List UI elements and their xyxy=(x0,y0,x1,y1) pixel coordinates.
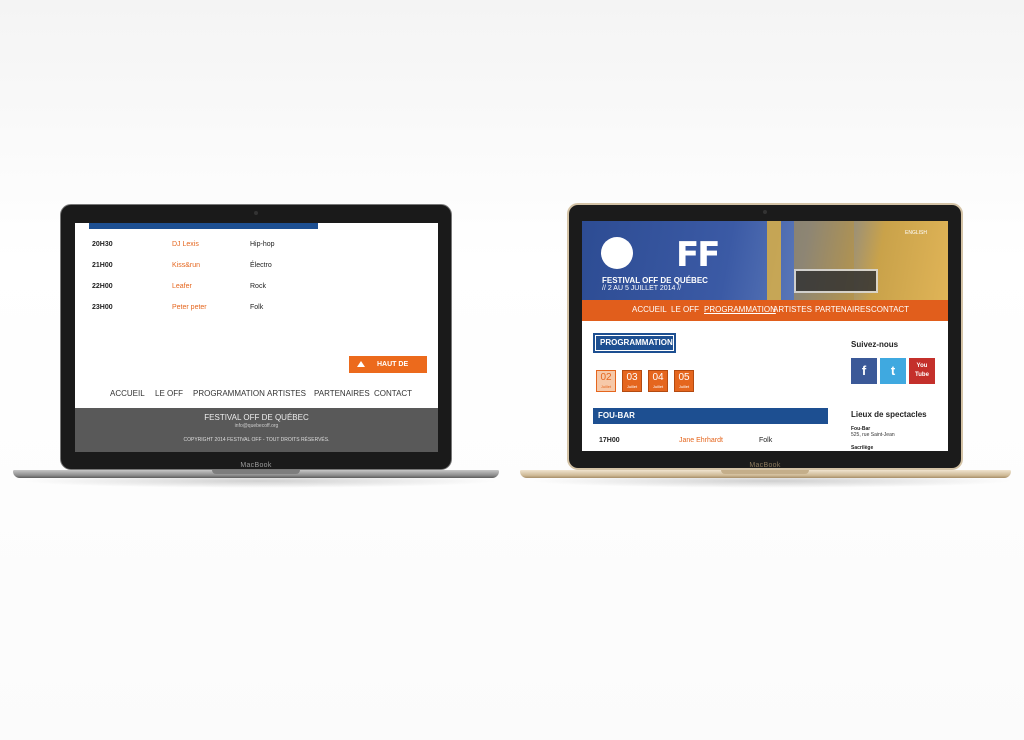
laptop-brand-label: MacBook xyxy=(749,462,781,469)
laptop-brand-label: MacBook xyxy=(240,462,272,469)
nav-link-artistes[interactable]: ARTISTES xyxy=(267,389,306,398)
laptop-notch xyxy=(721,470,809,474)
day-month: Juillet xyxy=(626,384,638,389)
logo-circle xyxy=(601,237,633,269)
venue-name[interactable]: Sacrilège xyxy=(851,445,873,451)
day-selector-03[interactable]: 03 Juillet xyxy=(622,370,642,392)
schedule-time: 23H00 xyxy=(92,304,113,311)
footer-copyright: COPYRIGHT 2014 FESTIVAL OFF - TOUT DROIT… xyxy=(183,437,330,443)
hero-title: FESTIVAL OFF DE QUÉBEC xyxy=(602,276,708,285)
day-selector-02[interactable]: 02 Juillet xyxy=(596,370,616,392)
nav-link-partenaires[interactable]: PARTENAIRES xyxy=(314,389,370,398)
schedule-row: 23H00 Peter peter Folk xyxy=(92,302,432,314)
day-selector-04[interactable]: 04 Juillet xyxy=(648,370,668,392)
schedule-row: 21H00 Kiss&run Électro xyxy=(92,260,432,272)
follow-title: Suivez-nous xyxy=(851,340,899,349)
logo-text: FF xyxy=(676,235,720,275)
site-footer: FESTIVAL OFF DE QUÉBEC info@quebecoff.or… xyxy=(75,408,438,452)
hero-dates: // 2 AU 5 JUILLET 2014 // xyxy=(602,285,682,292)
footer-email-link[interactable]: info@quebecoff.org xyxy=(75,423,438,429)
schedule-time: 22H00 xyxy=(92,283,113,290)
schedule-genre: Électro xyxy=(250,262,272,269)
nav-link-programmation[interactable]: PROGRAMMATION xyxy=(704,305,776,314)
nav-link-accueil[interactable]: ACCUEIL xyxy=(110,389,145,398)
back-to-top-label: HAUT DE PAGE xyxy=(377,361,409,385)
schedule-row: 22H00 Leafer Rock xyxy=(92,281,432,293)
venues-title: Lieux de spectacles xyxy=(851,410,927,419)
hero-photo-detail xyxy=(767,221,781,300)
schedule-artist-link[interactable]: DJ Lexis xyxy=(172,239,199,251)
left-screen: 20H30 DJ Lexis Hip-hop 21H00 Kiss&run Él… xyxy=(75,223,438,452)
nav-link-accueil[interactable]: ACCUEIL xyxy=(632,305,667,314)
schedule-time: 17H00 xyxy=(599,437,620,444)
camera-dot xyxy=(763,210,767,214)
nav-link-contact[interactable]: CONTACT xyxy=(871,305,909,314)
schedule-genre: Folk xyxy=(250,304,264,311)
camera-dot xyxy=(254,211,258,215)
day-month: Juillet xyxy=(652,384,664,389)
day-number: 03 xyxy=(626,372,638,383)
schedule-genre: Folk xyxy=(759,437,773,444)
day-selector-05[interactable]: 05 Juillet xyxy=(674,370,694,392)
footer-nav: ACCUEIL LE OFF PROGRAMMATION ARTISTES PA… xyxy=(75,389,438,403)
day-month: Juillet xyxy=(600,384,612,389)
venue-title: FOU-BAR xyxy=(593,408,828,424)
day-number: 02 xyxy=(600,372,612,383)
schedule-row: 20H30 DJ Lexis Hip-hop xyxy=(92,239,432,251)
youtube-icon[interactable]: You Tube xyxy=(909,358,935,384)
facebook-icon[interactable]: f xyxy=(851,358,877,384)
schedule-artist-link[interactable]: Peter peter xyxy=(172,302,207,314)
schedule-artist-link[interactable]: Leafer xyxy=(172,281,192,293)
schedule-time: 21H00 xyxy=(92,262,113,269)
day-number: 04 xyxy=(652,372,664,383)
day-month: Juillet xyxy=(678,384,690,389)
venue-address: 525, rue Saint-Jean xyxy=(851,432,895,438)
schedule-artist-link[interactable]: Jane Ehrhardt xyxy=(679,435,723,447)
schedule-genre: Rock xyxy=(250,283,266,290)
schedule-artist-link[interactable]: Kiss&run xyxy=(172,260,200,272)
footer-title: FESTIVAL OFF DE QUÉBEC xyxy=(204,413,309,422)
back-to-top-button[interactable]: HAUT DE PAGE xyxy=(349,356,427,385)
section-header-stub xyxy=(89,223,318,229)
arrow-up-icon xyxy=(357,361,365,367)
nav-link-le-off[interactable]: LE OFF xyxy=(671,305,699,314)
laptop-notch xyxy=(212,470,300,474)
schedule-row: 17H00 Jane Ehrhardt Folk xyxy=(599,435,829,447)
right-screen: FF FESTIVAL OFF DE QUÉBEC // 2 AU 5 JUIL… xyxy=(582,221,948,451)
hero-banner: FF FESTIVAL OFF DE QUÉBEC // 2 AU 5 JUIL… xyxy=(582,221,948,300)
language-link[interactable]: ENGLISH xyxy=(905,230,927,236)
nav-link-programmation[interactable]: PROGRAMMATION xyxy=(193,389,265,398)
nav-link-le-off[interactable]: LE OFF xyxy=(155,389,183,398)
hero-equipment-image xyxy=(794,269,878,293)
nav-link-artistes[interactable]: ARTISTES xyxy=(773,305,812,314)
section-title: PROGRAMMATION xyxy=(593,333,676,353)
nav-link-partenaires[interactable]: PARTENAIRES xyxy=(815,305,871,314)
day-number: 05 xyxy=(678,372,690,383)
schedule-genre: Hip-hop xyxy=(250,241,275,248)
main-nav: ACCUEIL LE OFF PROGRAMMATION ARTISTES PA… xyxy=(582,300,948,321)
schedule-time: 20H30 xyxy=(92,241,113,248)
nav-link-contact[interactable]: CONTACT xyxy=(374,389,412,398)
twitter-icon[interactable]: t xyxy=(880,358,906,384)
